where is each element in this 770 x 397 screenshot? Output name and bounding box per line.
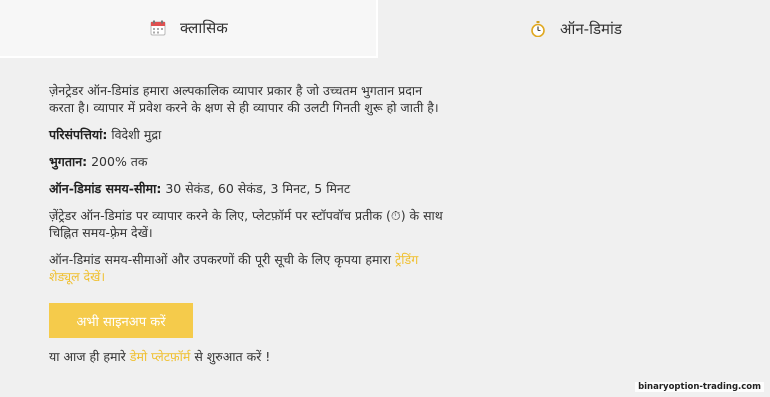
on-demand-description: ज़ेनट्रेडर ऑन-डिमांड हमारा अल्पकालिक व्य… — [49, 82, 449, 295]
demo-line: या आज ही हमारे डेमो प्लेटफ़ॉर्म से शुरुआ… — [49, 348, 270, 365]
assets-value: विदेशी मुद्रा — [107, 127, 162, 142]
assets-line: परिसंपत्तियां: विदेशी मुद्रा — [49, 126, 449, 143]
intro-paragraph: ज़ेनट्रेडर ऑन-डिमांड हमारा अल्पकालिक व्य… — [49, 83, 439, 115]
signup-button[interactable]: अभी साइनअप करें — [49, 303, 193, 338]
tab-on-demand-label: ऑन-डिमांड — [560, 20, 622, 38]
tab-bar: क्लासिक ऑन-डिमांड — [0, 0, 770, 60]
demo-text-before: या आज ही हमारे — [49, 349, 130, 364]
assets-label: परिसंपत्तियां: — [49, 127, 108, 142]
watermark: binaryoption-trading.com — [635, 382, 764, 392]
stopwatch-icon — [530, 21, 546, 38]
timeframe-line: ऑन-डिमांड समय-सीमा: 30 सेकंड, 60 सेकंड, … — [49, 180, 449, 197]
payout-label: भुगतान: — [49, 154, 88, 169]
schedule-paragraph: ऑन-डिमांड समय-सीमाओं और उपकरणों की पूरी … — [49, 251, 449, 285]
tab-classic-label: क्लासिक — [180, 19, 228, 37]
tab-classic[interactable]: क्लासिक — [0, 0, 378, 58]
stopwatch-note: ज़ेंट्रेडर ऑन-डिमांड पर व्यापार करने के … — [49, 207, 449, 241]
stopwatch-note-text: ज़ेंट्रेडर ऑन-डिमांड पर व्यापार करने के … — [49, 208, 391, 223]
payout-line: भुगतान: 200% तक — [49, 153, 449, 170]
demo-platform-link[interactable]: डेमो प्लेटफ़ॉर्म — [130, 349, 191, 364]
calendar-icon — [150, 20, 166, 36]
schedule-text: ऑन-डिमांड समय-सीमाओं और उपकरणों की पूरी … — [49, 252, 395, 267]
stopwatch-symbol-icon: ⏱ — [390, 208, 401, 223]
payout-value: 200% तक — [87, 154, 148, 169]
demo-text-after: से शुरुआत करें ! — [190, 349, 271, 364]
timeframe-label: ऑन-डिमांड समय-सीमा: — [49, 181, 162, 196]
timeframe-value: 30 सेकंड, 60 सेकंड, 3 मिनट, 5 मिनट — [161, 181, 351, 196]
tab-on-demand[interactable]: ऑन-डिमांड — [380, 0, 770, 58]
